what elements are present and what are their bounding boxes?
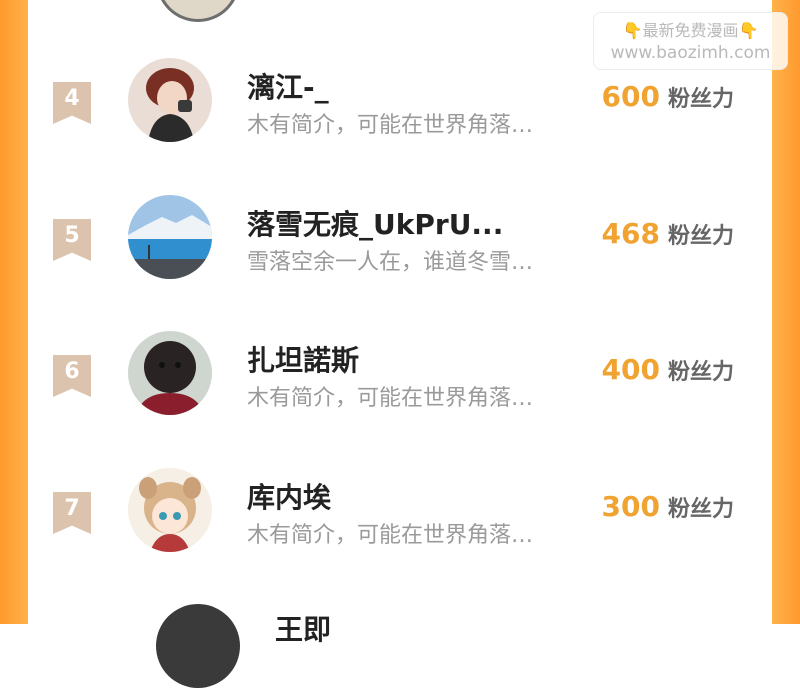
avatar[interactable]	[128, 468, 212, 552]
avatar[interactable]	[156, 0, 240, 22]
watermark-text: 最新免费漫画	[642, 21, 739, 40]
rank-badge: 5	[53, 219, 91, 261]
page-frame-right	[772, 0, 800, 624]
user-bio: 雪落空余一人在，谁道冬雪…	[247, 250, 534, 275]
fans-count: 400 粉丝力	[602, 353, 734, 386]
rank-badge: 6	[53, 355, 91, 397]
watermark: 👇最新免费漫画👇 www.baozimh.com	[593, 12, 788, 70]
user-bio: 木有简介，可能在世界角落…	[247, 113, 534, 138]
fans-number: 300	[601, 490, 660, 523]
fans-label: 粉丝力	[667, 224, 734, 249]
fans-number: 468	[601, 217, 660, 250]
pointing-down-hand-icon: 👇	[622, 21, 643, 40]
fans-count: 300 粉丝力	[602, 490, 734, 523]
fans-label: 粉丝力	[667, 87, 734, 112]
fans-count: 600 粉丝力	[602, 80, 734, 113]
user-bio: 木有简介，可能在世界角落…	[247, 386, 534, 411]
list-item[interactable]: 7 库内埃 木有简介，可能在世界角落… 300 粉丝力	[28, 468, 772, 646]
fans-number: 400	[601, 353, 660, 386]
user-name[interactable]: 库内埃	[247, 476, 577, 516]
fans-count: 468 粉丝力	[602, 217, 734, 250]
avatar[interactable]	[128, 195, 212, 279]
avatar[interactable]	[128, 331, 212, 415]
fans-ranking-list: 4 漓江-_ 木有简介，可能在世界角落… 600 粉丝力 5 落雪无痕_UkPr…	[28, 0, 772, 688]
avatar[interactable]	[128, 58, 212, 142]
page-frame-left	[0, 0, 28, 624]
pointing-down-hand-icon: 👇	[738, 21, 759, 40]
fans-number: 600	[601, 80, 660, 113]
user-bio: 木有简介，可能在世界角落…	[247, 523, 534, 548]
fans-label: 粉丝力	[667, 360, 734, 385]
user-name[interactable]: 漓江-_	[247, 66, 577, 106]
user-name[interactable]: 落雪无痕_UkPrU...	[247, 203, 577, 243]
rank-badge: 4	[53, 82, 91, 124]
watermark-url: www.baozimh.com	[610, 43, 771, 63]
avatar[interactable]	[156, 604, 240, 688]
rank-badge: 7	[53, 492, 91, 534]
user-name[interactable]: 王即	[275, 608, 331, 648]
user-name[interactable]: 扎坦諾斯	[247, 339, 577, 379]
fans-label: 粉丝力	[667, 497, 734, 522]
